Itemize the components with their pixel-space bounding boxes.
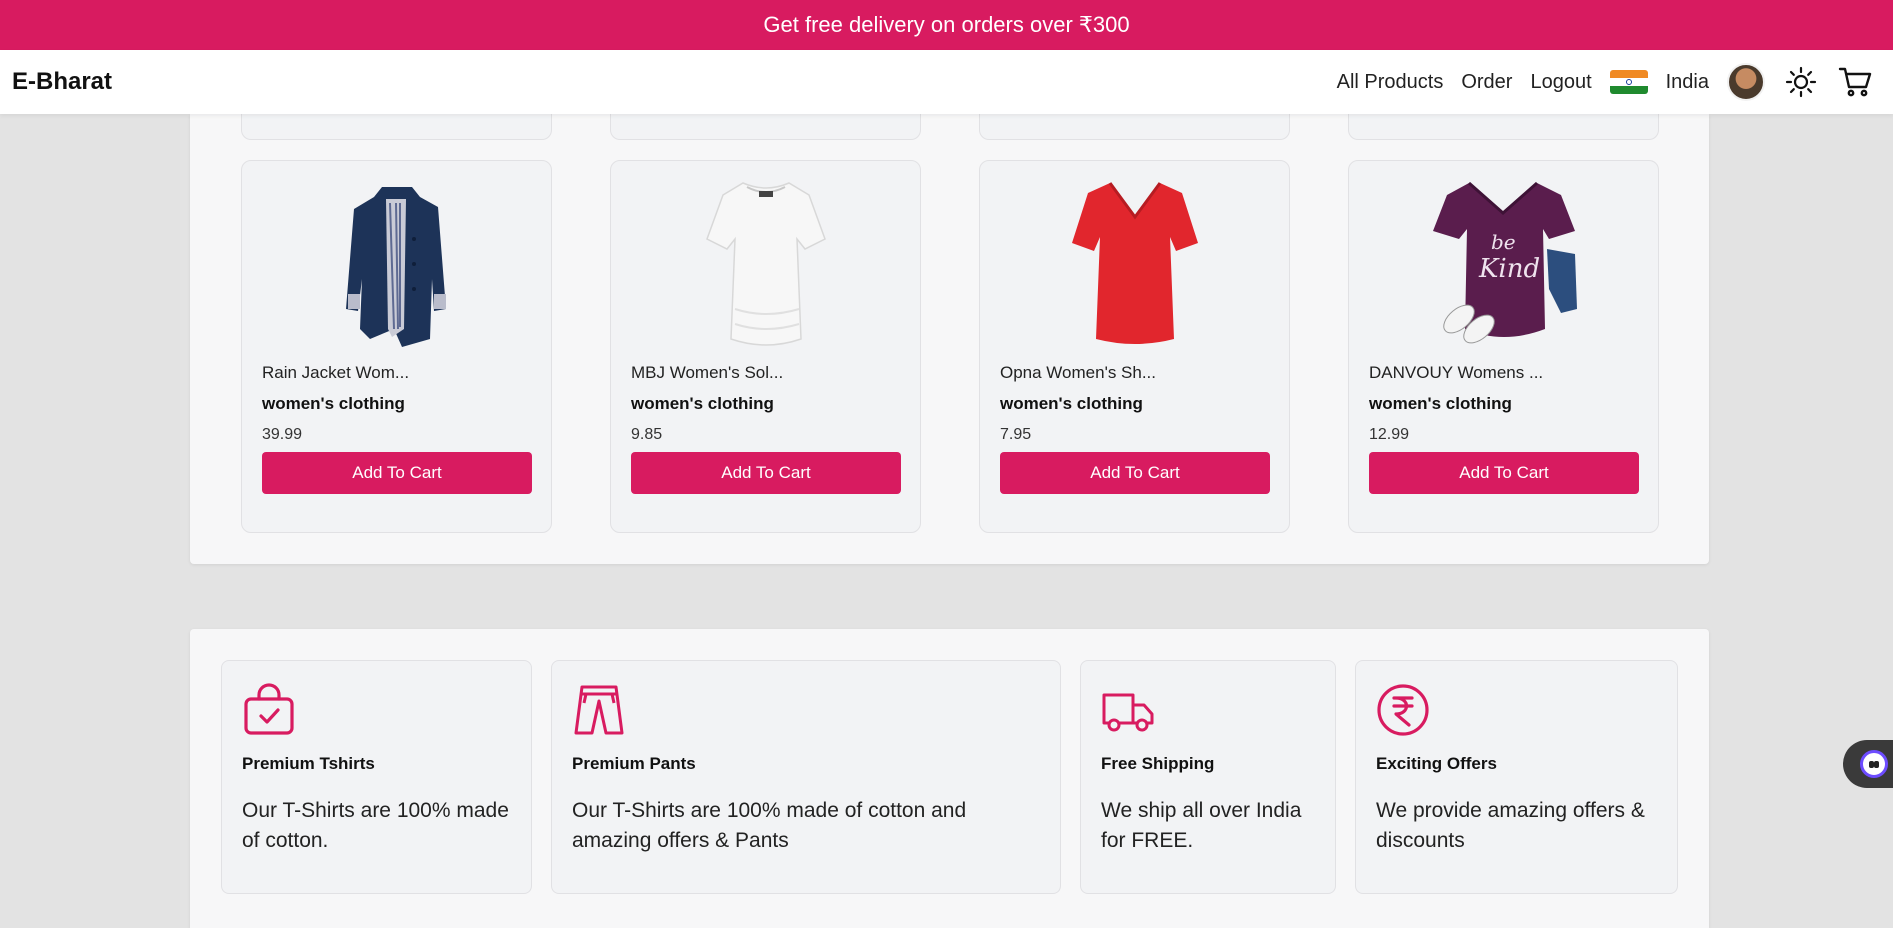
nav-link-order[interactable]: Order [1461,71,1512,94]
truck-icon [1102,693,1154,732]
rupee-icon [1377,684,1429,736]
product-category: women's clothing [262,394,405,413]
site-logo[interactable]: E-Bharat [12,68,112,96]
promo-banner: Get free delivery on orders over ₹300 [0,0,1893,50]
feature-description: Our T-Shirts are 100% made of cotton. [242,799,509,852]
product-card[interactable]: Rain Jacket Wom... women's clothing 39.9… [241,160,552,533]
cart-icon [1838,67,1872,97]
feature-description: We provide amazing offers & discounts [1376,799,1645,852]
product-card-partial [610,114,921,140]
feature-description: We ship all over India for FREE. [1101,799,1302,852]
theme-toggle-button[interactable] [1783,64,1819,100]
country-label: India [1665,70,1709,93]
add-to-cart-button[interactable]: Add To Cart [262,452,532,494]
product-title: MBJ Women's Sol... [631,363,784,382]
avatar[interactable] [1727,63,1765,101]
pants-icon [574,685,624,735]
feature-title: Free Shipping [1101,754,1215,773]
feature-title: Premium Pants [572,754,696,773]
product-category: women's clothing [1000,394,1143,413]
sun-icon [1785,66,1817,98]
cart-button[interactable] [1837,64,1873,100]
promo-text: Get free delivery on orders over ₹300 [763,12,1130,37]
product-title: DANVOUY Womens ... [1369,363,1544,382]
product-price: 7.95 [1000,426,1032,443]
add-to-cart-button[interactable]: Add To Cart [631,452,901,494]
product-title: Opna Women's Sh... [1000,363,1157,382]
product-image-white-tshirt[interactable] [631,179,900,349]
shirt-print-be: be [1491,230,1516,254]
product-price: 39.99 [262,426,303,443]
product-card[interactable]: be Kind DANVOUY Womens ... women's cloth… [1348,160,1659,533]
product-card-partial [979,114,1290,140]
add-to-cart-button[interactable]: Add To Cart [1369,452,1639,494]
nav-link-all-products[interactable]: All Products [1337,71,1444,94]
product-category: women's clothing [631,394,774,413]
product-category: women's clothing [1369,394,1512,413]
shopping-bag-check-icon [244,683,294,735]
india-flag-icon [1609,70,1648,94]
nav-link-logout[interactable]: Logout [1530,71,1591,94]
product-title: Rain Jacket Wom... [262,363,410,382]
product-price: 9.85 [631,426,663,443]
product-image-rain-jacket[interactable] [262,179,531,349]
nav-right: All Products Order Logout India [1337,63,1881,101]
feature-card-exciting-offers: Exciting Offers We provide amazing offer… [1355,660,1678,894]
product-image-red-tshirt[interactable] [1000,179,1269,349]
assistant-widget-button[interactable] [1843,740,1893,788]
feature-title: Premium Tshirts [242,754,375,773]
shirt-print-kind: Kind [1478,254,1540,284]
feature-card-premium-pants: Premium Pants Our T-Shirts are 100% made… [551,660,1061,894]
product-card-partial [241,114,552,140]
product-card[interactable]: MBJ Women's Sol... women's clothing 9.85… [610,160,921,533]
add-to-cart-button[interactable]: Add To Cart [1000,452,1270,494]
product-card[interactable]: Opna Women's Sh... women's clothing 7.95… [979,160,1290,533]
navbar: E-Bharat All Products Order Logout India [0,50,1893,114]
feature-title: Exciting Offers [1376,754,1497,773]
feature-description: Our T-Shirts are 100% made of cotton and… [572,799,967,852]
product-card-partial [1348,114,1659,140]
feature-card-free-shipping: Free Shipping We ship all over India for… [1080,660,1336,894]
product-price: 12.99 [1369,426,1410,443]
assistant-face-icon [1860,750,1888,778]
product-image-purple-tshirt[interactable]: be Kind [1369,179,1638,349]
feature-card-premium-tshirts: Premium Tshirts Our T-Shirts are 100% ma… [221,660,532,894]
